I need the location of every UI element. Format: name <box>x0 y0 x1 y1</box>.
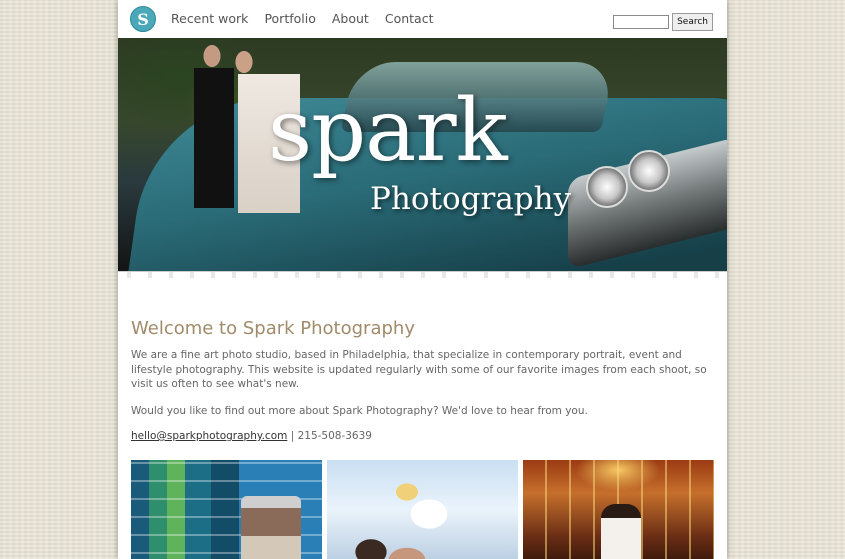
search-input[interactable] <box>613 15 670 29</box>
page-title: Welcome to Spark Photography <box>131 318 415 339</box>
thumbnail-child-tossed[interactable] <box>327 460 518 559</box>
hero-torn-edge <box>118 271 727 278</box>
nav-contact[interactable]: Contact <box>385 11 434 26</box>
phone-number: 215-508-3639 <box>297 430 372 442</box>
welcome-section: Welcome to Spark Photography We are a fi… <box>131 318 714 442</box>
search-form: Search <box>613 13 713 31</box>
email-link[interactable]: hello@sparkphotography.com <box>131 430 287 442</box>
hero-headlight <box>628 150 670 192</box>
page-container: S Recent work Portfolio About Contact Se… <box>118 0 727 559</box>
spark-logo-icon[interactable]: S <box>130 6 156 32</box>
search-button[interactable]: Search <box>672 13 713 31</box>
nav-portfolio[interactable]: Portfolio <box>264 11 315 26</box>
contact-separator: | <box>290 430 295 442</box>
intro-paragraph: We are a fine art photo studio, based in… <box>131 349 707 390</box>
hero-title: spark <box>268 81 508 181</box>
contact-line: hello@sparkphotography.com | 215-508-363… <box>131 430 714 442</box>
hero-subtitle: Photography <box>370 181 572 217</box>
thumbnail-couple-balcony[interactable] <box>131 460 322 559</box>
main-nav: Recent work Portfolio About Contact <box>171 11 433 26</box>
thumbnail-carousel-bride[interactable] <box>523 460 714 559</box>
hero-headlight <box>586 166 628 208</box>
contact-invite-paragraph: Would you like to find out more about Sp… <box>131 404 588 417</box>
photo-thumbnails <box>131 460 714 559</box>
hero-banner-image: spark Photography <box>118 38 727 278</box>
top-navigation-bar: S Recent work Portfolio About Contact Se… <box>118 0 727 38</box>
nav-about[interactable]: About <box>332 11 369 26</box>
nav-recent-work[interactable]: Recent work <box>171 11 248 26</box>
